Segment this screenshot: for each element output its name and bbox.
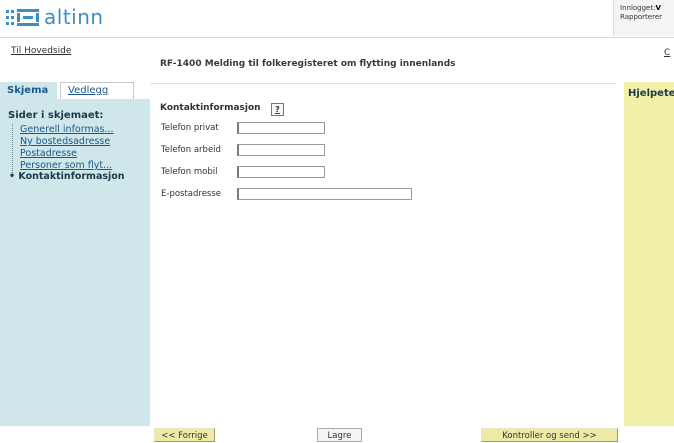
sidebar-item-postadresse[interactable]: Postadresse xyxy=(20,148,77,159)
login-label: Innlogget: xyxy=(620,4,656,12)
help-icon[interactable]: ? xyxy=(271,103,284,116)
phone-mobile-input[interactable] xyxy=(237,166,325,178)
sidebar-item-generell[interactable]: Generell informas... xyxy=(20,124,114,135)
section-heading: Kontaktinformasjon xyxy=(160,103,261,113)
sidebar-title: Sider i skjemaet: xyxy=(8,110,104,121)
phone-private-label: Telefon privat xyxy=(161,123,219,133)
login-user: V xyxy=(655,4,661,12)
check-and-send-button[interactable]: Kontroller og send >> xyxy=(481,428,618,442)
form-title-divider xyxy=(150,83,616,84)
sidebar-item-kontaktinformasjon[interactable]: • Kontaktinformasjon xyxy=(9,171,125,182)
email-input[interactable] xyxy=(237,188,412,200)
login-info: Innlogget:V Rapporterer xyxy=(613,0,674,36)
phone-work-input[interactable] xyxy=(237,144,325,156)
reporter-label: Rapporterer xyxy=(620,13,663,21)
tab-skjema[interactable]: Skjema xyxy=(0,82,57,99)
altinn-logo-icon xyxy=(6,7,40,27)
logo-text: altinn xyxy=(44,5,104,29)
header-divider xyxy=(0,37,674,38)
help-panel xyxy=(624,82,674,426)
home-link[interactable]: Til Hovedside xyxy=(11,46,71,56)
phone-work-label: Telefon arbeid xyxy=(161,145,221,155)
phone-private-input[interactable] xyxy=(237,122,325,134)
phone-mobile-label: Telefon mobil xyxy=(161,167,218,177)
sidebar-item-personer[interactable]: Personer som flyt... xyxy=(20,160,112,171)
tab-vedlegg[interactable]: Vedlegg xyxy=(60,82,134,99)
form-title: RF-1400 Melding til folkeregisteret om f… xyxy=(160,59,456,69)
sidebar-item-bostedsadresse[interactable]: Ny bostedsadresse xyxy=(20,136,110,147)
email-label: E-postadresse xyxy=(161,189,222,199)
save-button[interactable]: Lagre xyxy=(317,428,362,442)
altinn-logo[interactable]: altinn xyxy=(6,5,104,29)
tree-connector xyxy=(12,124,14,175)
header-link[interactable]: C xyxy=(664,48,670,58)
previous-button[interactable]: << Forrige xyxy=(154,428,215,442)
help-panel-title: Hjelpete xyxy=(628,88,674,99)
